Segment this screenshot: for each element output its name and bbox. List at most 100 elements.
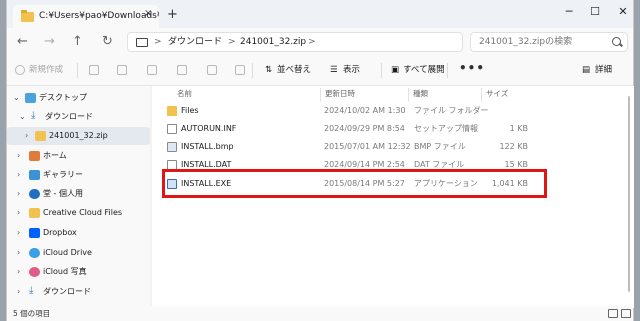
sidebar-item-label: Dropbox — [43, 228, 77, 237]
sort-button[interactable]: 並べ替え — [277, 64, 311, 76]
table-row[interactable]: AUTORUN.INF 2024/09/29 PM 8:54 セットアップ情報 … — [164, 121, 534, 137]
file-name: INSTALL.bmp — [181, 142, 234, 151]
details-pane-icon: ▤ — [582, 65, 591, 75]
column-divider[interactable] — [481, 88, 482, 102]
title-bar: C:¥Users¥pao¥Downloads¥24 × + ─ ☐ ✕ — [7, 0, 633, 28]
column-divider[interactable] — [320, 88, 321, 102]
details-view-icon[interactable] — [608, 309, 618, 318]
sidebar-item-label: ギャラリー — [43, 170, 83, 179]
file-type: セットアップ情報 — [414, 124, 478, 133]
desktop-icon — [25, 93, 36, 103]
chevron-right-icon[interactable]: › — [25, 127, 28, 145]
tab-downloads[interactable]: C:¥Users¥pao¥Downloads¥24 — [13, 5, 159, 28]
view-icon: ☰ — [330, 65, 338, 75]
minimize-button[interactable]: ─ — [557, 3, 581, 21]
extract-all-button[interactable]: すべて展開 — [403, 64, 445, 76]
zip-folder-icon — [35, 131, 46, 141]
navigation-pane: ⌄ デスクトップ ⌄ ⤓ ダウンロード › 241001_32.zip › ホー… — [7, 86, 150, 308]
paste-icon[interactable] — [147, 65, 157, 75]
delete-icon[interactable] — [235, 65, 245, 75]
breadcrumb-separator: > — [154, 37, 162, 47]
explorer-window: C:¥Users¥pao¥Downloads¥24 × + ─ ☐ ✕ ← → … — [6, 0, 634, 321]
scrollbar-thumb[interactable] — [628, 96, 630, 292]
sidebar-item-label: 堂 - 個人用 — [43, 189, 83, 198]
breadcrumb-separator: > — [308, 37, 316, 47]
file-size: 122 KB — [499, 142, 528, 151]
chevron-right-icon[interactable]: › — [17, 204, 20, 222]
vertical-scrollbar[interactable] — [626, 88, 632, 306]
copy-icon[interactable] — [117, 65, 127, 75]
sidebar-item-dropbox[interactable]: › Dropbox — [7, 224, 150, 242]
refresh-button[interactable]: ↻ — [102, 34, 113, 50]
new-icon — [15, 65, 25, 75]
creative-cloud-icon — [29, 208, 40, 218]
chevron-right-icon[interactable]: › — [17, 244, 20, 262]
up-button[interactable]: ↑ — [72, 34, 83, 50]
view-button[interactable]: 表示 — [343, 64, 360, 76]
gallery-icon — [29, 170, 40, 180]
column-divider[interactable] — [408, 88, 409, 102]
column-header-modified[interactable]: 更新日時 — [325, 88, 355, 100]
cut-icon[interactable] — [89, 65, 99, 75]
sidebar-item-label: iCloud Drive — [43, 248, 92, 257]
column-header-name[interactable]: 名前 — [177, 88, 192, 100]
download-icon: ⤓ — [31, 110, 36, 121]
settings-file-icon — [167, 124, 177, 134]
file-modified: 2024/10/02 AM 1:30 — [324, 106, 406, 115]
back-button[interactable]: ← — [17, 34, 28, 50]
chevron-down-icon[interactable]: ⌄ — [19, 108, 26, 126]
sidebar-item-label: ダウンロード — [43, 287, 91, 296]
details-button[interactable]: 詳細 — [595, 64, 612, 76]
close-button[interactable]: ✕ — [611, 3, 635, 21]
divider — [77, 63, 78, 78]
chevron-right-icon[interactable]: › — [17, 224, 20, 242]
folder-icon — [21, 10, 34, 22]
sidebar-item-label: デスクトップ — [39, 93, 87, 102]
rename-icon[interactable] — [177, 65, 187, 75]
sidebar-item-label: Creative Cloud Files — [43, 208, 123, 217]
file-name: AUTORUN.INF — [181, 124, 237, 133]
folder-icon — [167, 106, 177, 116]
tab-title: C:¥Users¥pao¥Downloads¥24 — [39, 11, 159, 21]
divider — [252, 63, 253, 78]
search-placeholder: 241001_32.zipの検索 — [479, 37, 573, 47]
new-button[interactable]: 新規作成 — [29, 64, 63, 76]
tab-close-icon[interactable]: × — [144, 7, 152, 21]
sidebar-item-icloud-photos[interactable]: › iCloud 写真 — [7, 263, 150, 281]
sidebar-item-onedrive[interactable]: › 堂 - 個人用 — [7, 185, 150, 203]
sidebar-item-icloud-drive[interactable]: › iCloud Drive — [7, 244, 150, 262]
chevron-right-icon[interactable]: › — [17, 185, 20, 203]
sidebar-item-downloads[interactable]: ⌄ ⤓ ダウンロード — [7, 108, 150, 126]
address-field[interactable]: > ダウンロード > 241001_32.zip > — [127, 32, 463, 52]
column-header-type[interactable]: 種類 — [413, 88, 428, 100]
icloud-drive-icon — [29, 248, 40, 258]
sidebar-item-downloads-2[interactable]: › ⤓ ダウンロード — [7, 283, 150, 301]
sidebar-item-creative-cloud[interactable]: › Creative Cloud Files — [7, 204, 150, 222]
breadcrumb-downloads[interactable]: ダウンロード — [168, 33, 222, 51]
search-input[interactable]: 241001_32.zipの検索 — [470, 32, 628, 52]
chevron-right-icon[interactable]: › — [17, 283, 20, 301]
tiles-view-icon[interactable] — [621, 309, 631, 318]
file-modified: 2024/09/29 PM 8:54 — [324, 124, 405, 133]
sidebar-item-zip[interactable]: › 241001_32.zip — [7, 127, 150, 145]
breadcrumb-zip[interactable]: 241001_32.zip — [240, 33, 306, 51]
column-header-size[interactable]: サイズ — [486, 88, 508, 100]
chevron-right-icon[interactable]: › — [17, 147, 20, 165]
breadcrumb-separator: > — [228, 37, 236, 47]
table-row[interactable]: Files 2024/10/02 AM 1:30 ファイル フォルダー — [164, 103, 534, 119]
sidebar-item-label: ダウンロード — [45, 112, 93, 121]
sidebar-item-home[interactable]: › ホーム — [7, 147, 150, 165]
forward-button[interactable]: → — [44, 34, 55, 50]
file-size: 1 KB — [509, 124, 528, 133]
chevron-down-icon[interactable]: ⌄ — [13, 89, 20, 107]
chevron-right-icon[interactable]: › — [17, 166, 20, 184]
sidebar-item-desktop[interactable]: ⌄ デスクトップ — [7, 89, 150, 107]
table-row[interactable]: INSTALL.bmp 2015/07/01 AM 12:32 BMP ファイル… — [164, 139, 534, 155]
new-tab-button[interactable]: + — [167, 8, 178, 21]
sidebar-item-label: ホーム — [43, 151, 67, 160]
sidebar-item-gallery[interactable]: › ギャラリー — [7, 166, 150, 184]
more-options-button[interactable]: ••• — [459, 61, 485, 75]
chevron-right-icon[interactable]: › — [17, 263, 20, 281]
maximize-button[interactable]: ☐ — [583, 3, 607, 21]
share-icon[interactable] — [207, 65, 217, 75]
